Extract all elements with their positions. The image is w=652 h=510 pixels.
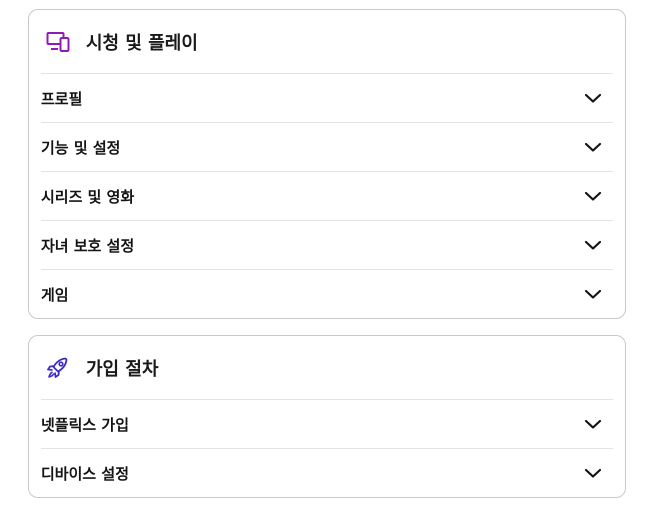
section-watch-play: 시청 및 플레이 프로필 기능 및 설정 시리즈 및 영화 자녀 보호 설정 게…: [28, 9, 626, 319]
chevron-down-icon[interactable]: [583, 463, 603, 483]
chevron-down-icon[interactable]: [583, 137, 603, 157]
faq-item-profiles[interactable]: 프로필: [41, 73, 613, 122]
section-header: 시청 및 플레이: [29, 10, 625, 73]
chevron-down-icon[interactable]: [583, 235, 603, 255]
chevron-down-icon[interactable]: [583, 414, 603, 434]
faq-item-features-settings[interactable]: 기능 및 설정: [41, 122, 613, 171]
devices-icon: [45, 29, 71, 55]
faq-item-label: 기능 및 설정: [41, 138, 121, 157]
faq-item-label: 게임: [41, 285, 69, 304]
faq-item-label: 디바이스 설정: [41, 464, 130, 483]
chevron-down-icon[interactable]: [583, 186, 603, 206]
faq-item-label: 자녀 보호 설정: [41, 236, 135, 255]
chevron-down-icon[interactable]: [583, 88, 603, 108]
faq-item-label: 프로필: [41, 89, 83, 108]
chevron-down-icon[interactable]: [583, 284, 603, 304]
faq-item-games[interactable]: 게임: [41, 269, 613, 318]
faq-item-device-setup[interactable]: 디바이스 설정: [41, 448, 613, 497]
section-title: 시청 및 플레이: [86, 32, 198, 54]
faq-item-parental-controls[interactable]: 자녀 보호 설정: [41, 220, 613, 269]
faq-item-label: 넷플릭스 가입: [41, 415, 130, 434]
section-sign-up: 가입 절차 넷플릭스 가입 디바이스 설정: [28, 335, 626, 498]
faq-item-label: 시리즈 및 영화: [41, 187, 135, 206]
faq-item-netflix-signup[interactable]: 넷플릭스 가입: [41, 399, 613, 448]
section-title: 가입 절차: [86, 358, 159, 380]
section-header: 가입 절차: [29, 336, 625, 399]
faq-item-series-movies[interactable]: 시리즈 및 영화: [41, 171, 613, 220]
rocket-icon: [45, 355, 71, 381]
